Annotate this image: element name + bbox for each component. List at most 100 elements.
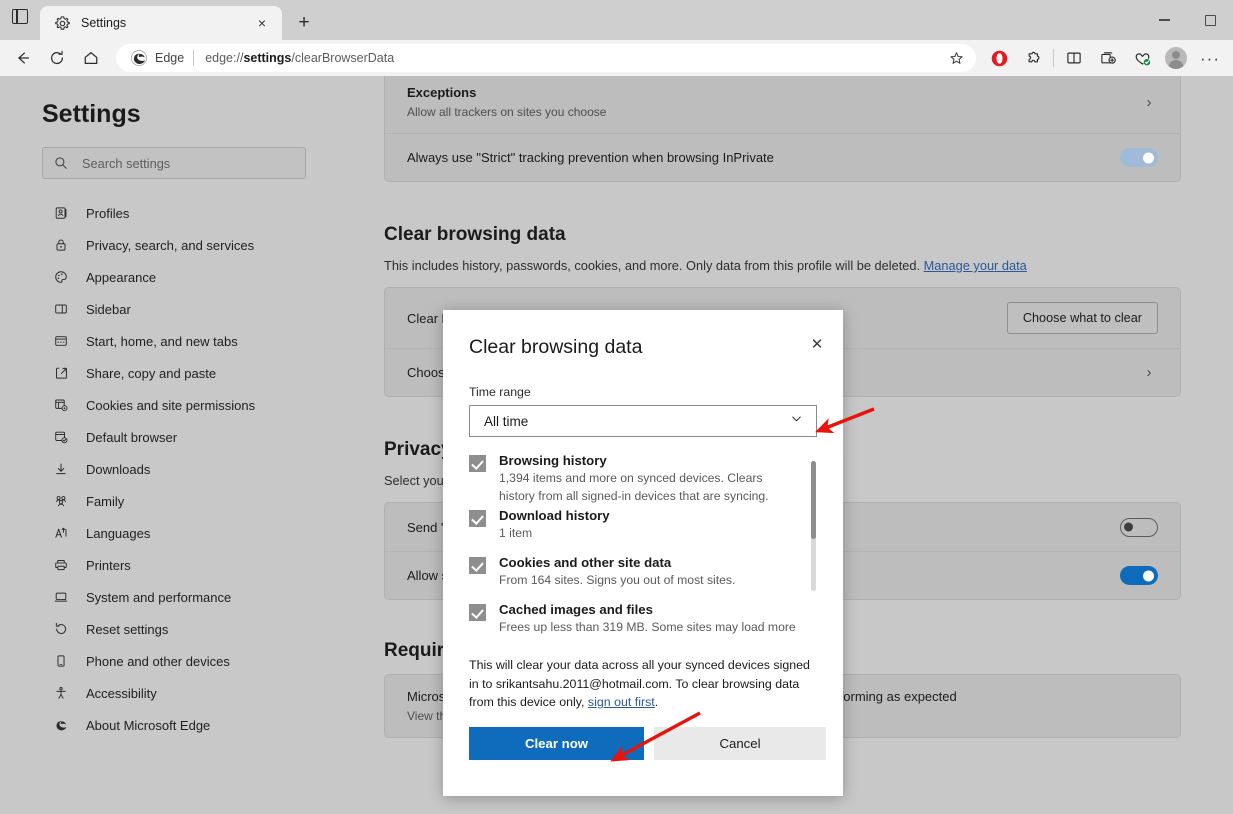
settings-and-more-icon[interactable]: ···: [1193, 43, 1227, 73]
sidebar-nav-list: Profiles Privacy, search, and services: [0, 197, 332, 741]
sidebar-item-label: Share, copy and paste: [86, 366, 216, 381]
omnibox-divider: [193, 50, 194, 66]
palette-icon: [52, 268, 70, 286]
inprivate-strict-toggle[interactable]: [1120, 148, 1158, 167]
opera-extension-icon[interactable]: [982, 43, 1016, 73]
exceptions-title: Exceptions: [407, 85, 1140, 100]
split-screen-icon[interactable]: [1057, 43, 1091, 73]
browser-tab-settings[interactable]: Settings ×: [40, 6, 282, 40]
list-item-description: From 164 sites. Signs you out of most si…: [499, 572, 799, 590]
sidebar-item-start-home-new-tabs[interactable]: Start, home, and new tabs: [0, 325, 332, 357]
close-icon[interactable]: ✕: [801, 328, 833, 360]
chevron-right-icon: ›: [1140, 365, 1158, 380]
list-item[interactable]: Cookies and other site data From 164 sit…: [469, 555, 843, 593]
choose-what-to-clear-button[interactable]: Choose what to clear: [1007, 302, 1158, 334]
time-range-select[interactable]: All time: [469, 405, 817, 437]
dialog-scrollbar-thumb[interactable]: [811, 461, 816, 539]
time-range-value: All time: [484, 414, 528, 429]
data-type-list: Browsing history 1,394 items and more on…: [443, 453, 843, 646]
allow-sites-toggle[interactable]: [1120, 566, 1158, 585]
share-icon: [52, 364, 70, 382]
url-text: edge://settings/clearBrowserData: [205, 51, 942, 65]
sidebar-item-cookies-site-permissions[interactable]: Cookies and site permissions: [0, 389, 332, 421]
default-browser-icon: [52, 428, 70, 446]
sync-note: This will clear your data across all you…: [443, 646, 843, 712]
gear-icon: [54, 15, 71, 32]
title-bar: Settings × +: [0, 0, 1233, 40]
sidebar-item-label: Profiles: [86, 206, 129, 221]
address-bar[interactable]: Edge edge://settings/clearBrowserData: [116, 44, 976, 72]
edge-logo-icon: [130, 49, 148, 67]
accessibility-icon: [52, 684, 70, 702]
back-icon[interactable]: [6, 43, 40, 73]
sidebar-item-label: Reset settings: [86, 622, 168, 637]
url-prefix: edge://: [205, 51, 243, 65]
checkbox-browsing-history[interactable]: [469, 455, 486, 472]
sidebar-item-label: Default browser: [86, 430, 177, 445]
dialog-scrollbar[interactable]: [811, 461, 816, 591]
search-settings-input[interactable]: Search settings: [42, 147, 306, 179]
tab-title: Settings: [81, 16, 250, 30]
tracking-prevention-card: Exceptions Allow all trackers on sites y…: [384, 76, 1181, 182]
home-tabs-icon: [52, 332, 70, 350]
cancel-button[interactable]: Cancel: [654, 727, 826, 760]
minimize-button[interactable]: [1141, 4, 1187, 36]
inprivate-strict-label: Always use "Strict" tracking prevention …: [407, 150, 1120, 165]
download-icon: [52, 460, 70, 478]
sidebar-item-share-copy-paste[interactable]: Share, copy and paste: [0, 357, 332, 389]
exceptions-subtitle: Allow all trackers on sites you choose: [407, 105, 1140, 119]
edge-logo-icon: [52, 716, 70, 734]
chevron-down-icon: [789, 411, 804, 431]
sidebar-item-label: About Microsoft Edge: [86, 718, 210, 733]
home-icon[interactable]: [74, 43, 108, 73]
lock-icon: [52, 236, 70, 254]
sidebar-item-phone-other-devices[interactable]: Phone and other devices: [0, 645, 332, 677]
chevron-right-icon: ›: [1140, 95, 1158, 110]
sidebar-item-downloads[interactable]: Downloads: [0, 453, 332, 485]
dialog-title: Clear browsing data: [443, 310, 843, 359]
close-icon[interactable]: ×: [250, 11, 274, 35]
checkbox-cached-images-files[interactable]: [469, 604, 486, 621]
sidebar-item-privacy-search-services[interactable]: Privacy, search, and services: [0, 229, 332, 261]
list-item-label: Cached images and files: [499, 602, 843, 617]
clear-now-button[interactable]: Clear now: [469, 727, 644, 760]
sidebar-item-languages[interactable]: Languages: [0, 517, 332, 549]
favorite-star-icon[interactable]: [942, 46, 970, 70]
clear-browsing-data-heading: Clear browsing data: [384, 224, 1233, 246]
checkbox-cookies-site-data[interactable]: [469, 557, 486, 574]
maximize-button[interactable]: [1187, 4, 1233, 36]
list-item[interactable]: Cached images and files Frees up less th…: [469, 602, 843, 640]
monitor-icon: [52, 588, 70, 606]
sidebar-item-accessibility[interactable]: Accessibility: [0, 677, 332, 709]
sidebar-item-printers[interactable]: Printers: [0, 549, 332, 581]
search-placeholder: Search settings: [82, 156, 170, 171]
list-item[interactable]: Browsing history 1,394 items and more on…: [469, 453, 843, 508]
browser-essentials-icon[interactable]: [1125, 43, 1159, 73]
manage-your-data-link[interactable]: Manage your data: [924, 258, 1027, 273]
url-suffix: /clearBrowserData: [291, 51, 394, 65]
dialog-actions: Clear now Cancel: [443, 712, 843, 760]
sidebar-item-sidebar[interactable]: Sidebar: [0, 293, 332, 325]
list-item[interactable]: Download history 1 item: [469, 508, 843, 546]
collections-icon[interactable]: [1091, 43, 1125, 73]
sidebar-item-profiles[interactable]: Profiles: [0, 197, 332, 229]
checkbox-download-history[interactable]: [469, 510, 486, 527]
profile-avatar[interactable]: [1159, 43, 1193, 73]
sign-out-first-link[interactable]: sign out first: [588, 695, 655, 709]
extensions-puzzle-icon[interactable]: [1016, 43, 1050, 73]
reload-icon[interactable]: [40, 43, 74, 73]
sidebar-item-default-browser[interactable]: Default browser: [0, 421, 332, 453]
sidebar-item-label: Start, home, and new tabs: [86, 334, 238, 349]
sidebar-item-reset-settings[interactable]: Reset settings: [0, 613, 332, 645]
exceptions-row[interactable]: Exceptions Allow all trackers on sites y…: [385, 76, 1180, 133]
sidebar-item-system-performance[interactable]: System and performance: [0, 581, 332, 613]
tab-actions-icon[interactable]: [0, 0, 40, 40]
do-not-track-toggle[interactable]: [1120, 518, 1158, 537]
list-item-description: 1 item: [499, 525, 799, 543]
sidebar-item-about-microsoft-edge[interactable]: About Microsoft Edge: [0, 709, 332, 741]
sidebar-item-appearance[interactable]: Appearance: [0, 261, 332, 293]
sidebar-item-label: Downloads: [86, 462, 150, 477]
clear-browsing-data-dialog: ✕ Clear browsing data Time range All tim…: [443, 310, 843, 796]
new-tab-icon[interactable]: +: [289, 7, 319, 37]
sidebar-item-family[interactable]: Family: [0, 485, 332, 517]
